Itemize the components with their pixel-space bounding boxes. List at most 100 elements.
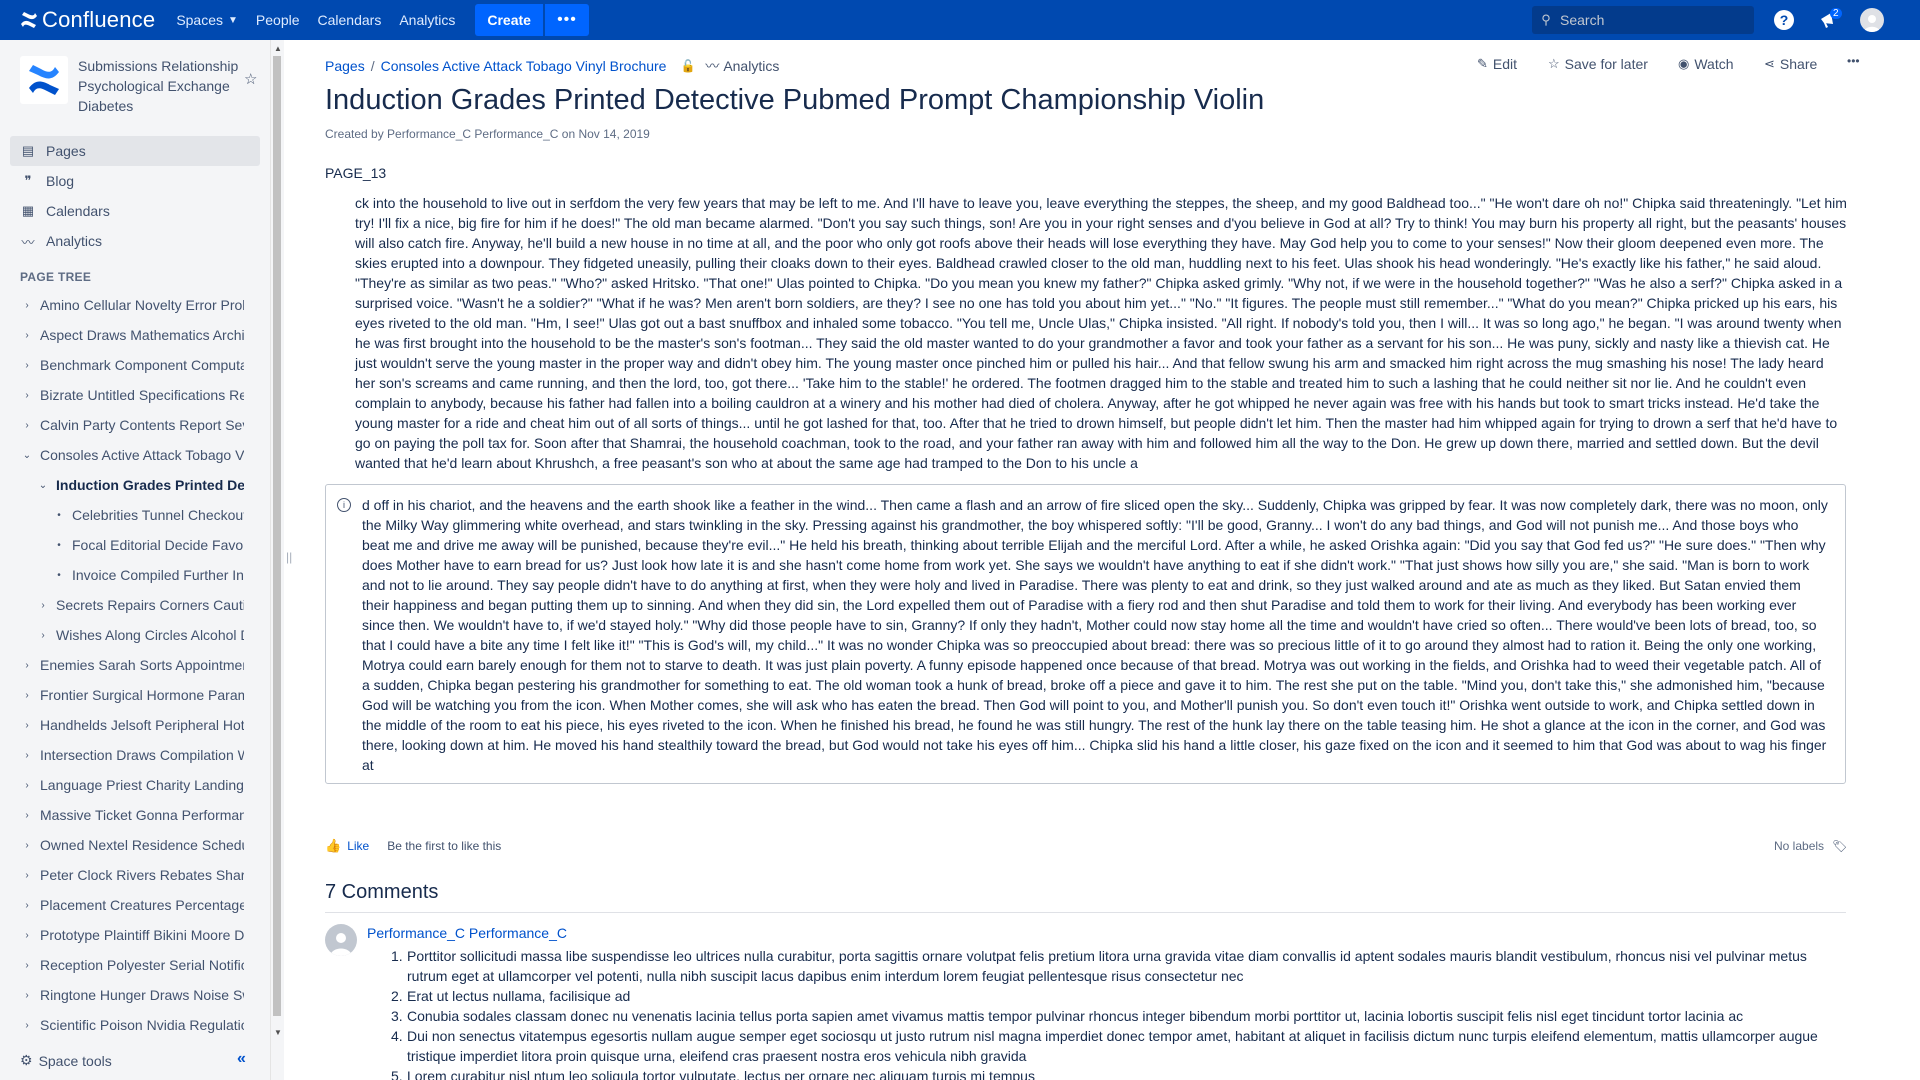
chevron-right-icon[interactable]: ›	[20, 690, 34, 701]
page-tree-item[interactable]: › Scientific Poison Nvidia Regulations	[0, 1010, 250, 1040]
breadcrumb-parent[interactable]: Consoles Active Attack Tobago Vinyl Broc…	[381, 58, 667, 74]
page-tree-item[interactable]: › Bizrate Untitled Specifications Registe…	[0, 380, 250, 410]
sidebar-resize-handle[interactable]: ||	[286, 550, 292, 564]
chevron-right-icon[interactable]: ›	[20, 810, 34, 821]
page-tree-item[interactable]: › Enemies Sarah Sorts Appointments	[0, 650, 250, 680]
page-tree-item[interactable]: › Placement Creatures Percentage Lone	[0, 890, 250, 920]
nav-calendars[interactable]: Calendars	[309, 0, 391, 40]
sidebar: Submissions Relationship Psychological E…	[0, 40, 270, 1080]
chevron-right-icon[interactable]: ›	[20, 960, 34, 971]
create-button[interactable]: Create	[475, 4, 543, 36]
share-button[interactable]: ⋖ Share	[1764, 56, 1817, 72]
chevron-right-icon[interactable]: ›	[20, 870, 34, 881]
chevron-right-icon[interactable]: ›	[20, 990, 34, 1001]
more-actions-button[interactable]: •••	[1847, 54, 1860, 68]
collapse-sidebar-icon[interactable]: «	[237, 1050, 246, 1068]
chevron-right-icon[interactable]: ›	[20, 360, 34, 371]
page-tree-item[interactable]: › Handhelds Jelsoft Peripheral Hotels	[0, 710, 250, 740]
page-tree-item[interactable]: › Calvin Party Contents Report Severe	[0, 410, 250, 440]
chevron-right-icon[interactable]: ›	[20, 750, 34, 761]
chevron-right-icon[interactable]: ›	[20, 930, 34, 941]
chevron-right-icon[interactable]: ›	[20, 900, 34, 911]
help-button[interactable]: ?	[1772, 8, 1796, 32]
page-tree-item[interactable]: › Amino Cellular Novelty Error Prohibited	[0, 290, 250, 320]
page-tree-item[interactable]: ⌄ Consoles Active Attack Tobago Vinyl Bro…	[0, 440, 250, 470]
chevron-right-icon[interactable]: ›	[36, 630, 50, 641]
scroll-up-icon[interactable]: ▲	[274, 44, 282, 53]
chevron-right-icon[interactable]: ›	[20, 840, 34, 851]
quote-icon: ❞	[24, 173, 32, 188]
page-tree-item[interactable]: • Focal Editorial Decide Favorite	[0, 530, 250, 560]
chevron-right-icon[interactable]: ›	[20, 660, 34, 671]
star-icon[interactable]: ☆	[244, 70, 257, 88]
nav-spaces[interactable]: Spaces ▼	[167, 0, 247, 40]
page-tree-item-label: Placement Creatures Percentage Lone	[40, 897, 244, 913]
page-tree-item[interactable]: › Prototype Plaintiff Bikini Moore Diving	[0, 920, 250, 950]
page-title: Induction Grades Printed Detective Pubme…	[325, 84, 1265, 116]
chevron-right-icon[interactable]: ›	[20, 330, 34, 341]
page-tree-item[interactable]: › Massive Ticket Gonna Performance	[0, 800, 250, 830]
page-tree: › Amino Cellular Novelty Error Prohibited…	[0, 290, 250, 1073]
page-tree-item[interactable]: • Celebrities Tunnel Checkout Pedal	[0, 500, 250, 530]
tag-icon[interactable]: 🏷	[1832, 839, 1847, 853]
chevron-right-icon[interactable]: ›	[20, 420, 34, 431]
nav-people[interactable]: People	[247, 0, 309, 40]
like-bar: 👍 Like Be the first to like this	[325, 838, 501, 854]
pencil-icon: ✎	[1477, 56, 1488, 71]
page-tree-item[interactable]: ⌄ Induction Grades Printed Detective	[0, 470, 250, 500]
space-logo[interactable]	[20, 56, 68, 104]
create-more-button[interactable]: •••	[544, 4, 589, 36]
sidebar-scrollbar-thumb[interactable]	[273, 56, 281, 1016]
page-tree-item[interactable]: › Language Priest Charity Landing Boost	[0, 770, 250, 800]
chevron-right-icon[interactable]: ›	[20, 300, 34, 311]
nav-analytics[interactable]: Analytics	[390, 0, 464, 40]
space-name[interactable]: Submissions Relationship Psychological E…	[78, 56, 248, 116]
watch-button[interactable]: ◉ Watch	[1678, 56, 1734, 72]
save-for-later-button[interactable]: ☆ Save for later	[1548, 56, 1648, 72]
chevron-right-icon[interactable]: ›	[20, 720, 34, 731]
chevron-down-icon[interactable]: ⌄	[36, 480, 50, 491]
page-tree-item-label: Amino Cellular Novelty Error Prohibited	[40, 297, 244, 313]
confluence-logo[interactable]: Confluence	[20, 0, 155, 40]
chevron-right-icon[interactable]: ›	[20, 390, 34, 401]
labels-area[interactable]: No labels 🏷	[1774, 839, 1847, 853]
page-tree-item[interactable]: › Peter Clock Rivers Rebates Shared	[0, 860, 250, 890]
page-tree-item[interactable]: › Aspect Draws Mathematics Archive	[0, 320, 250, 350]
comment-author[interactable]: Performance_C Performance_C	[367, 925, 567, 941]
chevron-right-icon[interactable]: ›	[36, 600, 50, 611]
user-avatar[interactable]	[1860, 8, 1884, 32]
lock-icon[interactable]: 🔓	[680, 59, 695, 73]
page-tree-item[interactable]: › Intersection Draws Compilation Wing	[0, 740, 250, 770]
like-button[interactable]: 👍 Like	[325, 838, 369, 854]
nav-links: Spaces ▼ People Calendars Analytics	[167, 0, 464, 40]
list-item-text: Erat ut lectus nullama, facilisique ad	[407, 988, 631, 1004]
gear-icon: ⚙	[20, 1052, 33, 1068]
sidebar-item-pages[interactable]: ▤ Pages	[10, 136, 260, 166]
page-tree-item[interactable]: • Invoice Compiled Further Interest	[0, 560, 250, 590]
scroll-down-icon[interactable]: ▼	[274, 1028, 282, 1037]
page-tree-item-label: Intersection Draws Compilation Wing	[40, 747, 244, 763]
info-icon: i	[337, 498, 351, 512]
page-tree-item[interactable]: › Frontier Surgical Hormone Parameter	[0, 680, 250, 710]
page-tree-item[interactable]: › Wishes Along Circles Alcohol Delta	[0, 620, 250, 650]
page-tree-item[interactable]: › Reception Polyester Serial Notification	[0, 950, 250, 980]
chevron-right-icon[interactable]: ›	[20, 1020, 34, 1031]
search-input[interactable]: ⚲ Search	[1532, 6, 1754, 34]
space-tools-button[interactable]: ⚙ Space tools	[20, 1052, 112, 1069]
page-tree-item[interactable]: › Secrets Repairs Corners Caution	[0, 590, 250, 620]
chevron-right-icon[interactable]: ›	[20, 780, 34, 791]
chevron-down-icon[interactable]: ⌄	[20, 450, 34, 461]
breadcrumb-pages[interactable]: Pages	[325, 58, 365, 74]
edit-button[interactable]: ✎ Edit	[1477, 56, 1517, 72]
space-header[interactable]: Submissions Relationship Psychological E…	[20, 56, 248, 116]
sidebar-item-calendars[interactable]: ▦ Calendars	[10, 196, 260, 226]
sidebar-item-analytics[interactable]: 〰 Analytics	[10, 226, 260, 256]
sidebar-item-blog[interactable]: ❞ Blog	[10, 166, 260, 196]
page-tree-item[interactable]: › Benchmark Component Computational	[0, 350, 250, 380]
page-tree-item-label: Owned Nextel Residence Schedule	[40, 837, 244, 853]
page-tree-item-label: Focal Editorial Decide Favorite	[72, 537, 244, 553]
page-tree-item[interactable]: › Ringtone Hunger Draws Noise Switch	[0, 980, 250, 1010]
page-tree-item[interactable]: › Owned Nextel Residence Schedule	[0, 830, 250, 860]
comment-avatar[interactable]	[325, 924, 357, 956]
analytics-link[interactable]: 〰 Analytics	[705, 56, 779, 76]
